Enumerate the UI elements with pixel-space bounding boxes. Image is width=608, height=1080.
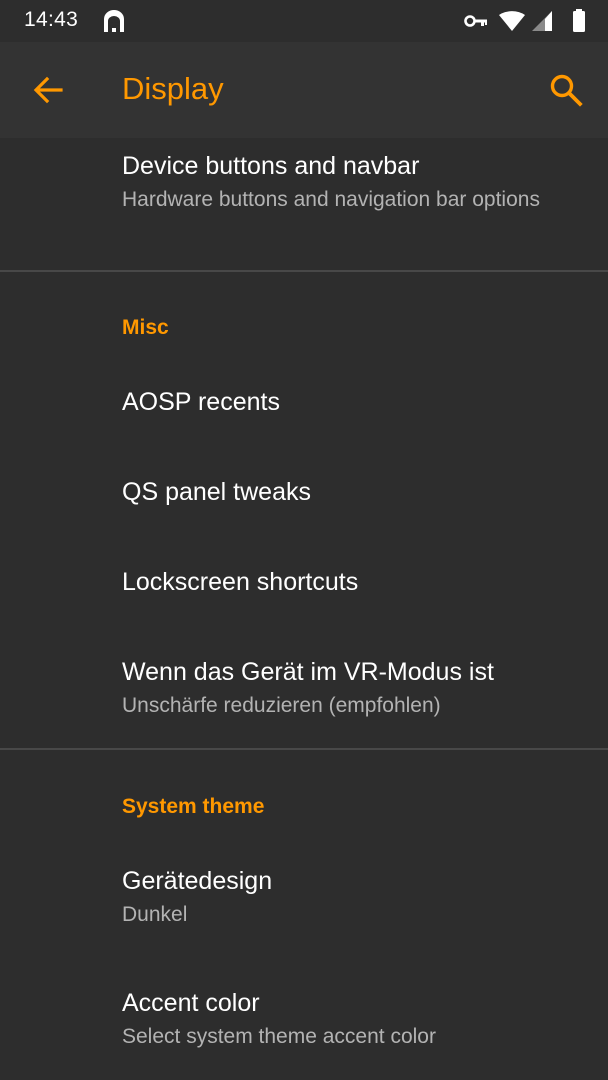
category-header-misc: Misc <box>122 316 169 339</box>
pref-title: Wenn das Gerät im VR-Modus ist <box>122 658 494 686</box>
pref-title: QS panel tweaks <box>122 478 311 506</box>
pref-lockscreen-shortcuts[interactable]: Lockscreen shortcuts <box>0 538 608 628</box>
pref-title: Gerätedesign <box>122 867 273 895</box>
pref-summary: Hardware buttons and navigation bar opti… <box>122 188 540 211</box>
pref-vr-mode[interactable]: Wenn das Gerät im VR-Modus ist Unschärfe… <box>0 628 608 748</box>
notification-icon <box>101 8 127 34</box>
pref-title: Device buttons and navbar <box>122 152 420 180</box>
page-title: Display <box>122 71 224 106</box>
arrow-back-icon <box>33 76 63 104</box>
preferences-list: Device buttons and navbar Hardware butto… <box>0 138 608 1080</box>
wifi-icon <box>499 11 525 31</box>
search-icon <box>550 74 583 107</box>
status-time: 14:43 <box>24 8 79 31</box>
pref-device-theme[interactable]: Gerätedesign Dunkel <box>0 838 608 960</box>
pref-summary: Select system theme accent color <box>122 1025 436 1048</box>
search-button[interactable] <box>536 60 596 120</box>
cell-signal-icon <box>532 11 552 31</box>
back-button[interactable] <box>18 60 78 120</box>
section-divider <box>0 270 608 272</box>
pref-title: Accent color <box>122 989 260 1017</box>
section-divider <box>0 748 608 750</box>
vpn-key-icon <box>464 15 487 27</box>
pref-summary: Unschärfe reduzieren (empfohlen) <box>122 694 441 717</box>
pref-summary: Dunkel <box>122 903 188 926</box>
pref-title: AOSP recents <box>122 388 280 416</box>
app-bar: Display <box>0 42 608 138</box>
pref-title: Lockscreen shortcuts <box>122 568 359 596</box>
status-bar: 14:43 <box>0 0 608 42</box>
pref-accent-color[interactable]: Accent color Select system theme accent … <box>0 960 608 1080</box>
pref-device-buttons-navbar[interactable]: Device buttons and navbar Hardware butto… <box>0 138 608 270</box>
battery-icon <box>573 9 585 32</box>
pref-qs-panel-tweaks[interactable]: QS panel tweaks <box>0 448 608 538</box>
pref-aosp-recents[interactable]: AOSP recents <box>0 358 608 448</box>
category-header-system-theme: System theme <box>122 795 265 818</box>
